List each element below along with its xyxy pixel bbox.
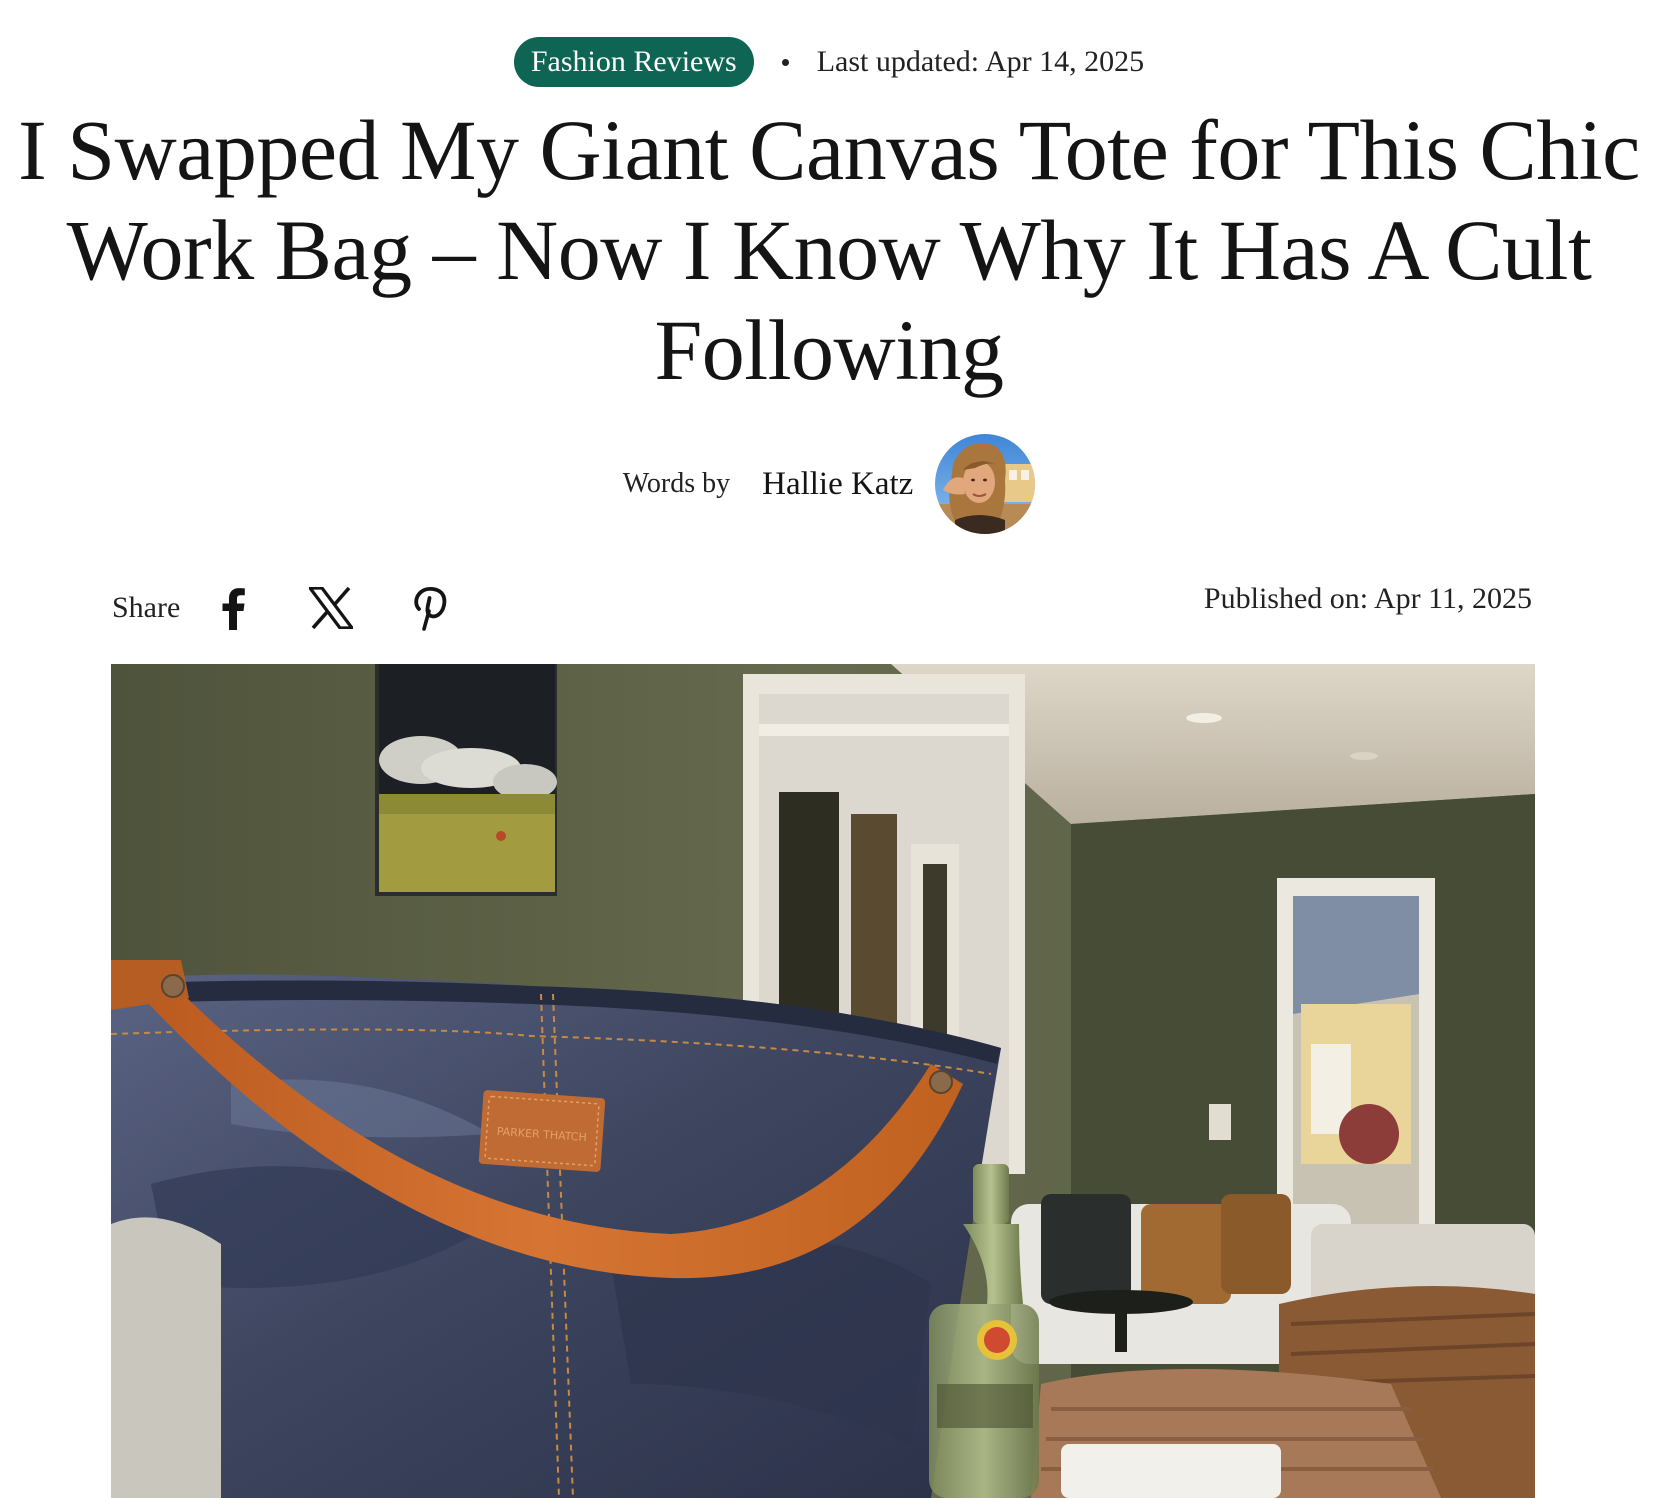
author-name-link[interactable]: Hallie Katz [762,466,913,503]
pinterest-icon [414,587,447,631]
byline-prefix: Words by [622,468,731,499]
share-label: Share [112,591,181,624]
category-tag[interactable]: Fashion Reviews [513,37,754,87]
article-meta: Fashion Reviews Last updated: Apr 14, 20… [0,36,1658,88]
share-facebook-button[interactable] [210,583,256,633]
published-date: Published on: Apr 11, 2025 [1203,582,1532,615]
last-updated: Last updated: Apr 14, 2025 [816,45,1145,78]
share-bar: Share [112,578,504,638]
facebook-icon [222,588,246,630]
hero-image: PARKER THATCH [111,664,1535,1498]
hero-photo: PARKER THATCH [111,664,1535,1498]
byline: Words by Hallie Katz [0,434,1658,534]
share-x-button[interactable] [308,583,354,633]
x-icon [309,587,354,629]
article-headline: I Swapped My Giant Canvas Tote for This … [18,102,1640,398]
avatar-photo [935,434,1036,534]
author-avatar[interactable] [935,434,1036,534]
share-pinterest-button[interactable] [406,583,452,633]
meta-separator-dot [781,58,789,66]
